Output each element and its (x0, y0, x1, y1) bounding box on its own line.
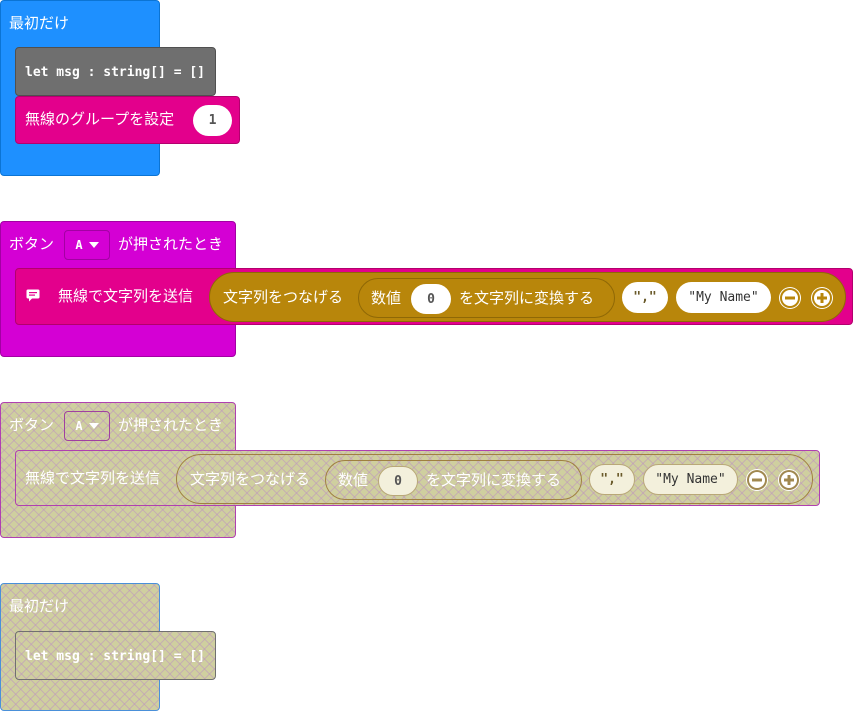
name-string-value: "My Name" (688, 290, 759, 305)
let-msg-statement[interactable]: let msg : string[] = [] (15, 47, 216, 96)
let-msg-text: let msg : string[] = [] (25, 65, 206, 80)
disabled-radio-send-string-label: 無線で文字列を送信 (25, 469, 161, 487)
plus-circle-icon[interactable] (778, 469, 800, 491)
radio-group-number-value: 1 (208, 113, 217, 128)
radio-send-string-label: 無線で文字列を送信 (58, 287, 194, 305)
chat-bubble-icon (26, 287, 40, 306)
disabled-separator-string-value: "," (600, 472, 624, 487)
disabled-button-dropdown[interactable]: A (64, 411, 110, 441)
disabled-on-start-label: 最初だけ (9, 597, 70, 615)
disabled-let-msg-statement[interactable]: let msg : string[] = [] (15, 631, 216, 680)
disabled-button-dropdown-value: A (75, 419, 83, 433)
on-button-label-post: が押されたとき (118, 235, 224, 253)
radio-set-group-statement[interactable]: 無線のグループを設定 1 (15, 96, 240, 144)
on-button-label-pre: ボタン (9, 235, 55, 253)
disabled-let-msg-text: let msg : string[] = [] (25, 649, 206, 664)
disabled-join-strings-block[interactable]: 文字列をつなげる 数値 0 を文字列に変換する "," "My Name" (176, 454, 813, 504)
separator-string-value: "," (633, 290, 657, 305)
disabled-number-value: 0 (394, 473, 402, 489)
disabled-join-strings-label: 文字列をつなげる (190, 470, 311, 488)
radio-set-group-label: 無線のグループを設定 (25, 110, 175, 128)
button-dropdown[interactable]: A (64, 230, 110, 260)
disabled-number-label: 数値 (338, 471, 369, 489)
minus-circle-icon[interactable] (746, 469, 768, 491)
name-string-field[interactable]: "My Name" (676, 282, 771, 313)
minus-circle-icon[interactable] (779, 287, 801, 309)
disabled-on-button-label-pre: ボタン (9, 416, 55, 434)
radio-send-string-statement[interactable]: 無線で文字列を送信 文字列をつなげる 数値 0 を文字列に変換する "," "M… (15, 268, 853, 325)
chevron-down-icon (88, 242, 99, 248)
join-strings-label: 文字列をつなげる (223, 288, 344, 306)
disabled-name-string-field[interactable]: "My Name" (643, 464, 738, 495)
on-start-label: 最初だけ (9, 14, 70, 32)
button-dropdown-value: A (75, 238, 83, 252)
disabled-number-value-field[interactable]: 0 (378, 466, 418, 496)
disabled-to-string-label: を文字列に変換する (426, 471, 562, 489)
chevron-down-icon (88, 423, 99, 429)
separator-string-field[interactable]: "," (622, 282, 668, 313)
to-string-label: を文字列に変換する (459, 289, 595, 307)
radio-group-number-field[interactable]: 1 (193, 105, 232, 136)
number-label: 数値 (371, 289, 402, 307)
disabled-name-string-value: "My Name" (655, 472, 726, 487)
number-to-string-block[interactable]: 数値 0 を文字列に変換する (358, 278, 615, 318)
join-strings-block[interactable]: 文字列をつなげる 数値 0 を文字列に変換する "," "My Name" (209, 272, 846, 322)
disabled-separator-string-field[interactable]: "," (589, 464, 635, 495)
number-value: 0 (427, 291, 435, 307)
disabled-radio-send-string-statement[interactable]: 無線で文字列を送信 文字列をつなげる 数値 0 を文字列に変換する "," "M… (15, 450, 820, 506)
number-value-field[interactable]: 0 (411, 284, 451, 314)
disabled-number-to-string-block[interactable]: 数値 0 を文字列に変換する (325, 460, 582, 500)
plus-circle-icon[interactable] (811, 287, 833, 309)
disabled-on-button-label-post: が押されたとき (118, 416, 224, 434)
